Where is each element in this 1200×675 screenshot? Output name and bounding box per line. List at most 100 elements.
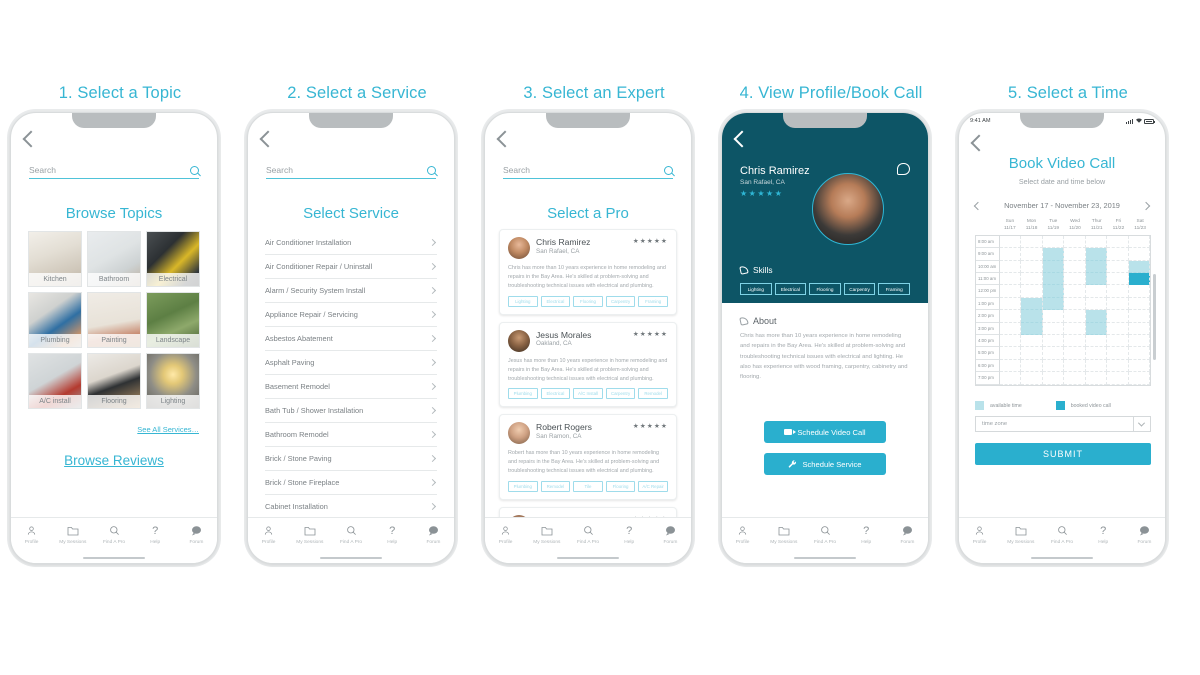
- nav-item-help[interactable]: ? Help: [372, 524, 413, 545]
- calendar-slot-empty[interactable]: [1064, 322, 1086, 336]
- nav-item-profile[interactable]: Profile: [11, 524, 52, 545]
- nav-item-forum[interactable]: Forum: [176, 524, 217, 545]
- calendar-slot-empty[interactable]: [1085, 285, 1108, 298]
- calendar-slot-empty[interactable]: [1000, 297, 1022, 311]
- calendar-slot-available[interactable]: [1021, 322, 1043, 336]
- calendar-slot-empty[interactable]: [1128, 322, 1150, 336]
- calendar-slot-empty[interactable]: [1128, 248, 1150, 261]
- service-row[interactable]: Bath Tub / Shower Installation: [265, 399, 437, 423]
- topic-tile[interactable]: Painting: [87, 292, 141, 348]
- calendar-slot-empty[interactable]: [1000, 347, 1022, 360]
- topic-tile[interactable]: Bathroom: [87, 231, 141, 287]
- service-row[interactable]: Appliance Repair / Servicing: [265, 303, 437, 327]
- back-icon[interactable]: [496, 130, 514, 148]
- calendar-slot-empty[interactable]: [1085, 359, 1108, 373]
- calendar-slot-empty[interactable]: [1085, 235, 1108, 249]
- nav-item-find-a-pro[interactable]: Find A Pro: [330, 524, 371, 545]
- service-row[interactable]: Cabinet Installation: [265, 495, 437, 519]
- calendar-slot-empty[interactable]: [1064, 248, 1086, 261]
- nav-item-find-a-pro[interactable]: Find A Pro: [567, 524, 608, 545]
- calendar-slot-available[interactable]: [1085, 310, 1108, 323]
- calendar-slot-empty[interactable]: [1000, 359, 1022, 373]
- calendar-slot-empty[interactable]: [1021, 273, 1043, 286]
- calendar-slot-empty[interactable]: [1064, 285, 1086, 298]
- next-week-icon[interactable]: [1141, 201, 1151, 210]
- calendar-slot-empty[interactable]: [1000, 285, 1022, 298]
- calendar-slot-empty[interactable]: [1107, 310, 1129, 323]
- service-row[interactable]: Asbestos Abatement: [265, 327, 437, 351]
- topic-tile[interactable]: Plumbing: [28, 292, 82, 348]
- nav-item-find-a-pro[interactable]: Find A Pro: [1041, 524, 1082, 545]
- calendar-slot-empty[interactable]: [1085, 372, 1108, 385]
- calendar-slot-empty[interactable]: [1107, 285, 1129, 298]
- calendar-slot-empty[interactable]: [1064, 260, 1086, 274]
- calendar-slot-empty[interactable]: [1021, 359, 1043, 373]
- calendar-slot-empty[interactable]: [1042, 372, 1065, 385]
- calendar-slot-empty[interactable]: [1128, 285, 1150, 298]
- calendar-slot-empty[interactable]: [1042, 335, 1065, 348]
- nav-item-help[interactable]: ? Help: [1083, 524, 1124, 545]
- service-row[interactable]: Asphalt Paving: [265, 351, 437, 375]
- pro-card[interactable]: Chris Ramirez San Rafael, CA ★★★★★ Chris ha…: [499, 229, 677, 315]
- calendar-slot-empty[interactable]: [1085, 297, 1108, 311]
- nav-item-find-a-pro[interactable]: Find A Pro: [804, 524, 845, 545]
- nav-item-my-sessions[interactable]: My Sessions: [1000, 524, 1041, 545]
- nav-item-forum[interactable]: Forum: [1124, 524, 1165, 545]
- calendar-slot-empty[interactable]: [1042, 347, 1065, 360]
- calendar-slot-empty[interactable]: [1000, 310, 1022, 323]
- pro-card[interactable]: Robert Rogers San Ramon, CA ★★★★★ Robert ha…: [499, 414, 677, 501]
- calendar-slot-empty[interactable]: [1000, 248, 1022, 261]
- service-row[interactable]: Bathroom Remodel: [265, 423, 437, 447]
- back-icon[interactable]: [970, 134, 988, 152]
- calendar-slot-empty[interactable]: [1021, 260, 1043, 274]
- nav-item-my-sessions[interactable]: My Sessions: [289, 524, 330, 545]
- search-input[interactable]: Search: [29, 165, 199, 179]
- calendar-slot-empty[interactable]: [1064, 372, 1086, 385]
- back-icon[interactable]: [22, 130, 40, 148]
- search-input[interactable]: Search: [503, 165, 673, 179]
- calendar-slot-empty[interactable]: [1128, 310, 1150, 323]
- calendar-slot-empty[interactable]: [1107, 372, 1129, 385]
- calendar-slot-booked[interactable]: [1128, 273, 1150, 286]
- calendar-slot-empty[interactable]: [1042, 322, 1065, 336]
- chat-bubble-icon[interactable]: [897, 163, 910, 175]
- calendar-slot-empty[interactable]: [1107, 335, 1129, 348]
- search-input[interactable]: Search: [266, 165, 436, 179]
- calendar-slot-available[interactable]: [1128, 260, 1150, 274]
- calendar-slot-empty[interactable]: [1128, 359, 1150, 373]
- calendar-slot-empty[interactable]: [1021, 372, 1043, 385]
- calendar-slot-empty[interactable]: [1107, 235, 1129, 249]
- calendar-slot-empty[interactable]: [1064, 359, 1086, 373]
- service-row[interactable]: Brick / Stone Paving: [265, 447, 437, 471]
- calendar-slot-empty[interactable]: [1064, 310, 1086, 323]
- nav-item-find-a-pro[interactable]: Find A Pro: [93, 524, 134, 545]
- calendar-slot-empty[interactable]: [1000, 322, 1022, 336]
- submit-button[interactable]: SUBMIT: [975, 443, 1151, 465]
- calendar-slot-empty[interactable]: [1064, 273, 1086, 286]
- calendar-slot-empty[interactable]: [1021, 235, 1043, 249]
- timezone-select[interactable]: time zone: [975, 416, 1151, 432]
- calendar-slot-available[interactable]: [1085, 273, 1108, 286]
- calendar-slot-empty[interactable]: [1042, 235, 1065, 249]
- calendar-slot-empty[interactable]: [1064, 335, 1086, 348]
- topic-tile[interactable]: Landscape: [146, 292, 200, 348]
- nav-item-my-sessions[interactable]: My Sessions: [52, 524, 93, 545]
- prev-week-icon[interactable]: [973, 201, 983, 210]
- calendar-slot-empty[interactable]: [1042, 359, 1065, 373]
- calendar-slot-empty[interactable]: [1107, 322, 1129, 336]
- topic-tile[interactable]: Flooring: [87, 353, 141, 409]
- calendar-slot-available[interactable]: [1042, 297, 1065, 311]
- calendar-slot-empty[interactable]: [1128, 335, 1150, 348]
- calendar-slot-empty[interactable]: [1128, 372, 1150, 385]
- calendar-slot-empty[interactable]: [1021, 285, 1043, 298]
- back-icon[interactable]: [733, 130, 751, 148]
- topic-tile[interactable]: A/C install: [28, 353, 82, 409]
- calendar-slot-empty[interactable]: [1000, 335, 1022, 348]
- calendar-slot-available[interactable]: [1021, 297, 1043, 311]
- topic-tile[interactable]: Kitchen: [28, 231, 82, 287]
- service-row[interactable]: Brick / Stone Fireplace: [265, 471, 437, 495]
- nav-item-my-sessions[interactable]: My Sessions: [526, 524, 567, 545]
- schedule-video-call-button[interactable]: Schedule Video Call: [764, 421, 886, 443]
- calendar-slot-available[interactable]: [1042, 260, 1065, 274]
- nav-item-forum[interactable]: Forum: [413, 524, 454, 545]
